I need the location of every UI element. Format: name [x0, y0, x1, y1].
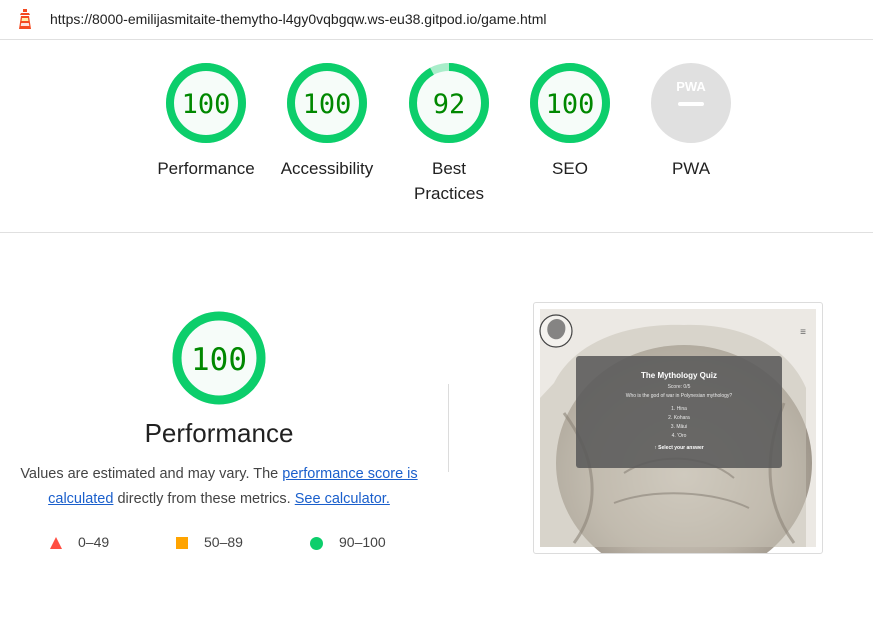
divider: [448, 384, 449, 472]
gauge-ring: 100: [287, 63, 367, 143]
svg-text:The Mythology Quiz: The Mythology Quiz: [641, 371, 717, 380]
legend-label: 0–49: [78, 534, 110, 550]
legend-label: 50–89: [204, 534, 243, 550]
square-icon: [176, 537, 188, 550]
triangle-icon: [50, 537, 62, 550]
desc-text: directly from these metrics.: [113, 491, 295, 507]
legend-label: 90–100: [339, 534, 386, 550]
gauge-pwa[interactable]: PWA PWA: [631, 62, 751, 181]
score-gauges: 100 Performance 100 Accessibility 92 Bes…: [0, 40, 873, 233]
svg-text:2. Kohara: 2. Kohara: [668, 415, 690, 421]
gauge-ring: 100: [530, 63, 610, 143]
gauge-label: Best Practices: [414, 159, 484, 203]
desc-text: Values are estimated and may vary. The: [20, 466, 283, 482]
gauge-ring: 92: [409, 63, 489, 143]
page-url[interactable]: https://8000-emilijasmitaite-themytho-l4…: [50, 11, 546, 27]
pwa-badge-icon: PWA: [651, 63, 731, 143]
gauge-label: SEO: [552, 159, 588, 178]
circle-icon: [310, 536, 323, 550]
svg-text:1. Hina: 1. Hina: [671, 406, 687, 412]
final-screenshot[interactable]: ≡ The Mythology Quiz Score: 0/5 Who is t…: [533, 302, 823, 554]
gauge-label: Accessibility: [280, 159, 374, 178]
menu-icon: ≡: [800, 327, 806, 338]
page-preview-image: ≡ The Mythology Quiz Score: 0/5 Who is t…: [539, 309, 816, 553]
gauge-seo[interactable]: 100 SEO: [510, 62, 630, 181]
svg-text:Score: 0/5: Score: 0/5: [668, 384, 691, 390]
svg-text:Who is the god of war in Polyn: Who is the god of war in Polynesian myth…: [626, 393, 733, 399]
gauge-label: Performance: [157, 159, 255, 178]
svg-text:4. 'Oro: 4. 'Oro: [672, 433, 687, 439]
svg-text:PWA: PWA: [676, 79, 706, 94]
performance-big-gauge: 100: [172, 311, 266, 405]
legend-pass: 90–100: [310, 534, 386, 550]
gauge-score: 100: [182, 89, 231, 120]
gauge-label: PWA: [671, 159, 711, 178]
gauge-best-practices[interactable]: 92 Best Practices: [389, 62, 509, 206]
svg-text:3. Māui: 3. Māui: [671, 424, 687, 430]
performance-title: Performance: [144, 418, 294, 448]
svg-text:↑ Select your answer: ↑ Select your answer: [654, 445, 704, 451]
gauge-performance[interactable]: 100 Performance: [146, 62, 266, 181]
gauge-score: 92: [433, 89, 466, 120]
lighthouse-icon: [19, 9, 31, 29]
performance-section: 100 Performance Values are estimated and…: [0, 232, 873, 618]
gauge-ring: 100: [166, 63, 246, 143]
legend-average: 50–89: [176, 534, 243, 550]
performance-score: 100: [191, 342, 247, 378]
gauge-score: 100: [303, 89, 352, 120]
gauge-score: 100: [546, 89, 595, 120]
gauge-accessibility[interactable]: 100 Accessibility: [267, 62, 387, 181]
report-header: https://8000-emilijasmitaite-themytho-l4…: [0, 0, 873, 40]
performance-description: Values are estimated and may vary. The p…: [14, 462, 424, 512]
legend-fail: 0–49: [50, 534, 109, 550]
see-calculator-link[interactable]: See calculator.: [295, 491, 390, 507]
